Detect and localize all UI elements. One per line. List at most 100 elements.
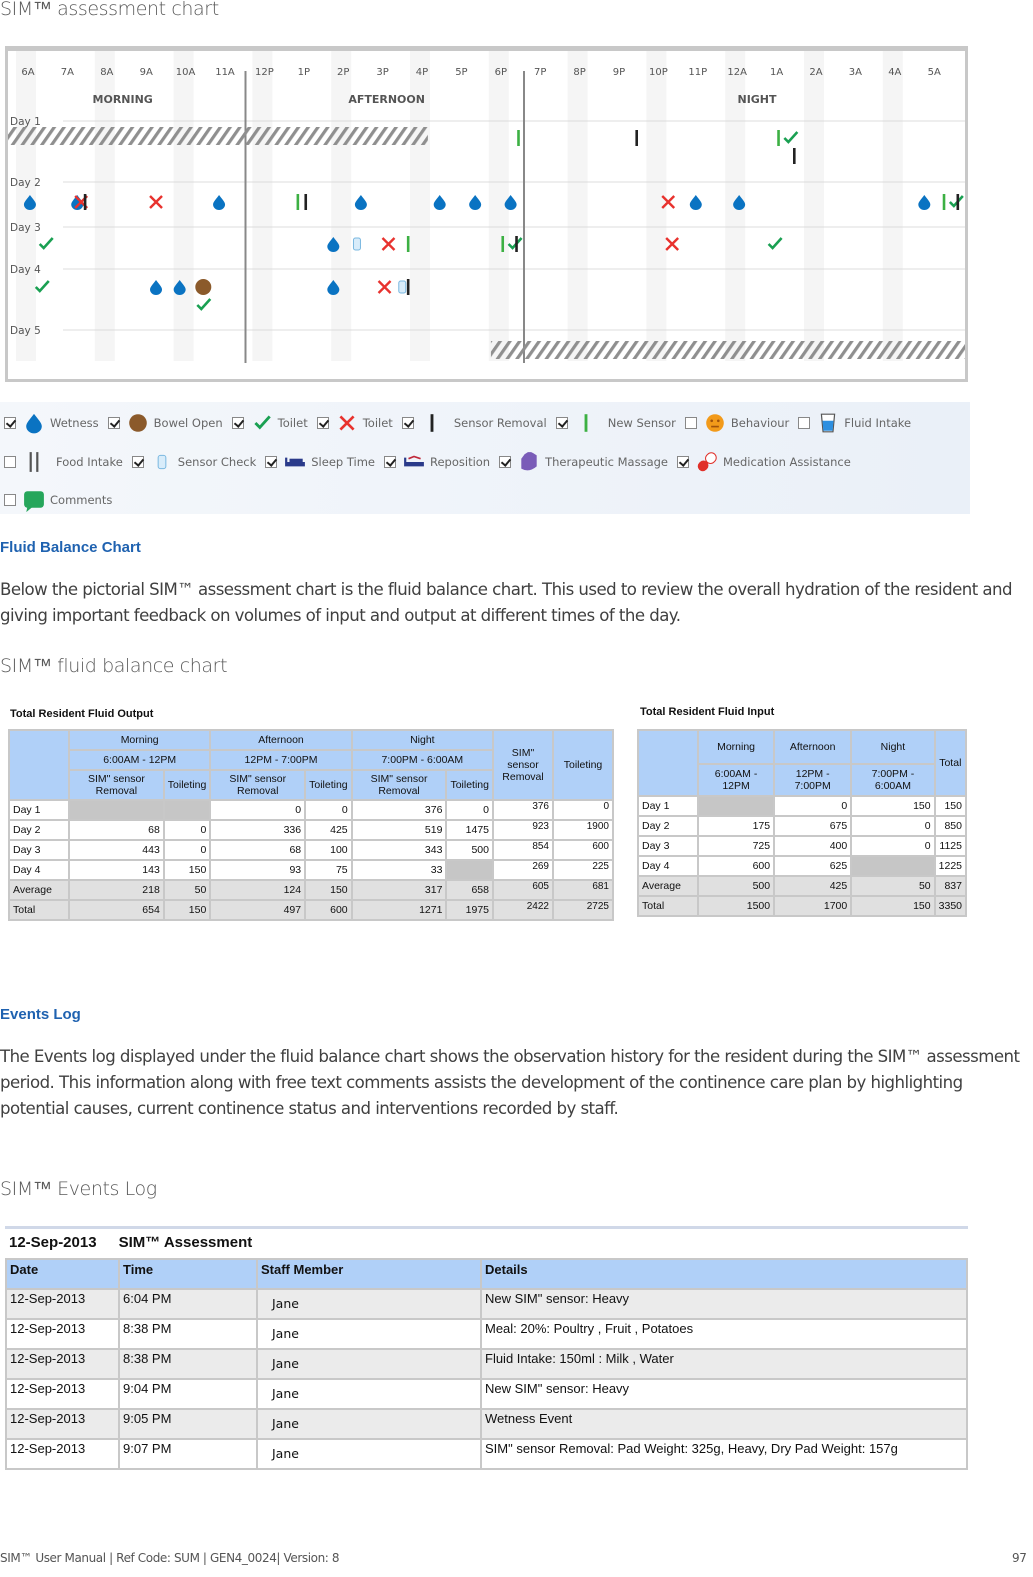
value-cell: 497: [209, 899, 307, 921]
toilet-yes-event-icon[interactable]: [783, 131, 799, 144]
event-row[interactable]: 12-Sep-2013 9:05 PM Jane Wetness Event: [5, 1408, 968, 1440]
toilet-yes-event-icon[interactable]: [948, 195, 964, 208]
hour-label: 10A: [176, 67, 196, 78]
value-cell: 0: [850, 815, 936, 837]
new-sensor-event-icon[interactable]: [942, 194, 946, 210]
value-cell: 150: [850, 895, 936, 917]
legend-checkbox-therapeutic-massage[interactable]: [499, 456, 512, 468]
event-row[interactable]: 12-Sep-2013 8:38 PM Jane Fluid Intake: 150m…: [5, 1348, 968, 1380]
new-sensor-event-icon[interactable]: [777, 130, 780, 146]
toilet-no-icon: [339, 415, 355, 431]
total-cell: 225: [552, 859, 614, 881]
wetness-event-icon[interactable]: [213, 195, 226, 210]
value-cell: [68, 799, 165, 821]
table-row: Day 4 600 625 1225: [637, 855, 968, 877]
legend-checkbox-fluid-intake[interactable]: [798, 417, 811, 429]
legend-checkbox-wetness[interactable]: [4, 417, 16, 429]
wetness-event-icon[interactable]: [689, 195, 702, 210]
value-cell: 376: [350, 799, 448, 821]
event-time: 8:38 PM: [118, 1318, 258, 1350]
legend-checkbox-behaviour[interactable]: [684, 417, 697, 429]
sensor-removal-event-icon[interactable]: [304, 194, 308, 210]
legend-label: Toilet: [362, 416, 393, 430]
event-date: 12-Sep-2013: [5, 1408, 120, 1440]
legend-label: Bowel Open: [153, 416, 223, 430]
sensor-check-event-icon[interactable]: [398, 280, 407, 294]
period-label: NIGHT: [737, 93, 777, 106]
hour-label: 9P: [613, 67, 625, 78]
sensor-removal-event-icon[interactable]: [83, 194, 87, 210]
hour-column-stripe: [173, 51, 194, 361]
event-row[interactable]: 12-Sep-2013 9:04 PM Jane New SIM" sensor: H…: [5, 1378, 968, 1410]
new-sensor-event-icon[interactable]: [501, 236, 505, 252]
hour-label: 3P: [376, 67, 388, 78]
value-cell: 725: [696, 835, 776, 857]
hour-column-stripe: [804, 51, 824, 361]
row-label: Day 1: [637, 795, 699, 817]
value-cell: 124: [209, 879, 307, 901]
value-cell: 336: [209, 819, 307, 841]
event-time: 9:07 PM: [118, 1438, 258, 1470]
events-log-date: 12-Sep-2013: [9, 1234, 97, 1251]
hour-label: 4A: [888, 67, 901, 78]
toilet-no-event-icon[interactable]: [381, 237, 396, 251]
toilet-yes-event-icon[interactable]: [767, 237, 783, 250]
sensor-removal-event-icon[interactable]: [515, 236, 518, 252]
legend-checkbox-sensor-removal[interactable]: [401, 417, 414, 429]
wetness-event-icon[interactable]: [469, 195, 482, 210]
legend-checkbox-food-intake[interactable]: [4, 456, 16, 468]
table-row: Day 2 175 675 0 850: [637, 815, 968, 837]
legend-checkbox-medication-assistance[interactable]: [677, 456, 689, 468]
toilet-yes-event-icon[interactable]: [34, 280, 50, 293]
toilet-no-event-icon[interactable]: [149, 195, 163, 209]
legend-checkbox-bowel-open[interactable]: [107, 417, 120, 429]
value-cell: 850: [933, 815, 968, 837]
event-staff: Jane: [256, 1408, 482, 1440]
sensor-removal-event-icon[interactable]: [793, 148, 796, 164]
legend-item-fluid-intake: Fluid Intake: [798, 411, 911, 435]
new-sensor-event-icon[interactable]: [517, 130, 520, 146]
period-range-header: 6:00AM - 12PM: [696, 763, 776, 797]
new-sensor-event-icon[interactable]: [406, 236, 410, 252]
event-date: 12-Sep-2013: [5, 1348, 120, 1380]
sub-header: SIM" sensor Removal: [209, 769, 307, 801]
event-row[interactable]: 12-Sep-2013 9:07 PM Jane SIM" sensor Remova…: [5, 1438, 968, 1470]
sensor-removal-event-icon[interactable]: [406, 279, 410, 295]
sensor-removal-event-icon[interactable]: [635, 130, 638, 146]
legend-label: Sensor Check: [177, 455, 257, 469]
wetness-event-icon[interactable]: [918, 195, 931, 210]
value-cell: 443: [68, 839, 165, 861]
legend-checkbox-toilet-no[interactable]: [316, 417, 329, 429]
sensor-removal-event-icon[interactable]: [956, 194, 960, 210]
legend-checkbox-comments[interactable]: [4, 494, 16, 506]
wetness-event-icon[interactable]: [150, 280, 163, 295]
sensor-check-event-icon[interactable]: [352, 237, 361, 251]
wetness-event-icon[interactable]: [354, 195, 367, 210]
new-sensor-event-icon[interactable]: [296, 194, 300, 210]
total-cell: 2422: [492, 899, 554, 921]
wetness-event-icon[interactable]: [433, 195, 446, 210]
event-row[interactable]: 12-Sep-2013 8:38 PM Jane Meal: 20%: Poultry…: [5, 1318, 968, 1350]
toilet-no-event-icon[interactable]: [665, 237, 680, 251]
legend-checkbox-sleep-time[interactable]: [265, 456, 278, 468]
total-cell: 2725: [552, 899, 614, 921]
period-header: Afternoon: [209, 729, 353, 751]
legend-checkbox-toilet-yes[interactable]: [231, 417, 244, 429]
toilet-no-event-icon[interactable]: [377, 280, 392, 294]
assessment-legend: Wetness Bowel Open Toilet Toilet Sensor Remo…: [0, 402, 970, 514]
value-cell: 519: [350, 819, 448, 841]
period-header: Night: [350, 729, 495, 751]
toilet-yes-event-icon[interactable]: [507, 237, 523, 250]
toilet-yes-event-icon[interactable]: [38, 237, 54, 250]
legend-checkbox-reposition[interactable]: [384, 456, 396, 468]
legend-label: Sleep Time: [311, 455, 375, 469]
event-row[interactable]: 12-Sep-2013 6:04 PM Jane New SIM" sensor: H…: [5, 1288, 968, 1320]
legend-checkbox-new-sensor[interactable]: [555, 417, 568, 429]
bowel-open-event-icon[interactable]: [195, 279, 212, 295]
toilet-yes-event-icon[interactable]: [196, 298, 212, 311]
row-label: Average: [8, 879, 70, 901]
value-cell: 654: [68, 899, 165, 921]
value-cell: 1500: [696, 895, 776, 917]
legend-checkbox-sensor-check[interactable]: [131, 456, 144, 468]
total-header: SIM" sensor Removal: [492, 729, 554, 801]
